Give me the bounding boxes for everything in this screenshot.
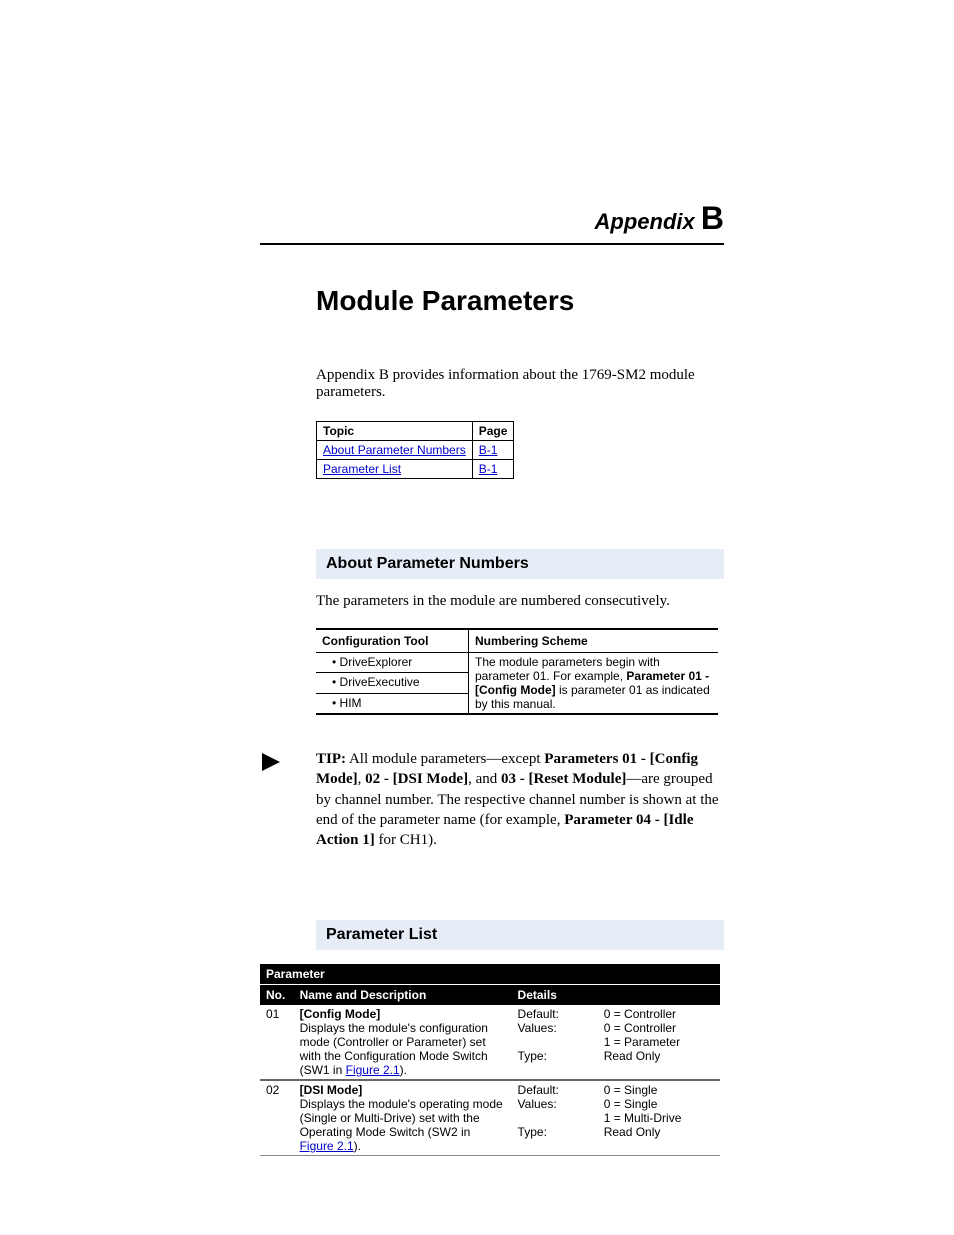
tip-bold: 03 - [Reset Module] — [501, 771, 626, 787]
val-type: Read Only — [604, 1125, 661, 1139]
val-type: Read Only — [604, 1049, 661, 1063]
topic-row: Parameter List B-1 — [317, 460, 514, 479]
param-detail-values: 0 = Controller 0 = Controller 1 = Parame… — [598, 1005, 720, 1080]
tip-label: TIP: — [316, 751, 346, 767]
section-heading-about: About Parameter Numbers — [316, 549, 724, 579]
tip-text: for CH1). — [375, 832, 437, 848]
param-name: [Config Mode] — [300, 1007, 381, 1021]
config-tool-table: Configuration Tool Numbering Scheme Driv… — [316, 628, 718, 715]
tip-arrow-icon — [260, 751, 282, 779]
topic-page-link[interactable]: B-1 — [479, 443, 498, 457]
tip-text: , and — [468, 771, 501, 787]
tool-item: DriveExplorer — [322, 655, 412, 669]
topic-row: About Parameter Numbers B-1 — [317, 441, 514, 460]
topic-link-about[interactable]: About Parameter Numbers — [323, 443, 466, 457]
topic-header-page: Page — [472, 422, 514, 441]
tip-text: All module parameters—except — [349, 751, 544, 767]
param-row: 02 [DSI Mode] Displays the module's oper… — [260, 1080, 720, 1156]
header-rule — [260, 243, 724, 245]
param-super-blank — [512, 964, 720, 985]
topic-page-link[interactable]: B-1 — [479, 462, 498, 476]
label-type: Type: — [518, 1125, 547, 1139]
page-title: Module Parameters — [316, 285, 724, 317]
appendix-header: Appendix B — [260, 200, 724, 237]
section1-text: The parameters in the module are numbere… — [316, 593, 724, 610]
topic-header-topic: Topic — [317, 422, 473, 441]
intro-text: Appendix B provides information about th… — [316, 367, 724, 401]
val-values: 0 = Controller 1 = Parameter — [604, 1021, 680, 1049]
appendix-letter: B — [701, 200, 724, 236]
param-header-details: Details — [512, 985, 720, 1006]
param-detail-labels: Default: Values: Type: — [512, 1005, 598, 1080]
tip-block: TIP: All module parameters—except Parame… — [316, 749, 724, 850]
scheme-cell: The module parameters begin with paramet… — [469, 653, 719, 715]
figure-link[interactable]: Figure 2.1 — [300, 1139, 354, 1153]
val-values: 0 = Single 1 = Multi-Drive — [604, 1097, 682, 1125]
config-header-scheme: Numbering Scheme — [469, 629, 719, 653]
label-values: Values: — [518, 1021, 557, 1035]
param-header-name: Name and Description — [294, 985, 512, 1006]
param-desc-post: ). — [354, 1139, 361, 1153]
config-header-tool: Configuration Tool — [316, 629, 469, 653]
param-desc-cell: [DSI Mode] Displays the module's operati… — [294, 1080, 512, 1156]
param-no: 01 — [260, 1005, 294, 1080]
figure-link[interactable]: Figure 2.1 — [346, 1063, 400, 1077]
param-desc-cell: [Config Mode] Displays the module's conf… — [294, 1005, 512, 1080]
parameter-table: Parameter No. Name and Description Detai… — [260, 964, 720, 1156]
param-desc: Displays the module's operating mode (Si… — [300, 1097, 503, 1139]
label-default: Default: — [518, 1083, 559, 1097]
param-no: 02 — [260, 1080, 294, 1156]
val-default: 0 = Controller — [604, 1007, 676, 1021]
topic-table: Topic Page About Parameter Numbers B-1 P… — [316, 421, 514, 479]
param-detail-values: 0 = Single 0 = Single 1 = Multi-Drive Re… — [598, 1080, 720, 1156]
appendix-label: Appendix — [595, 209, 695, 234]
param-row: 01 [Config Mode] Displays the module's c… — [260, 1005, 720, 1080]
param-super-header: Parameter — [260, 964, 512, 985]
val-default: 0 = Single — [604, 1083, 658, 1097]
tool-item: DriveExecutive — [322, 675, 420, 689]
topic-link-paramlist[interactable]: Parameter List — [323, 462, 401, 476]
param-name: [DSI Mode] — [300, 1083, 363, 1097]
param-desc-post: ). — [400, 1063, 407, 1077]
label-values: Values: — [518, 1097, 557, 1111]
tool-item: HIM — [322, 696, 362, 710]
label-default: Default: — [518, 1007, 559, 1021]
tip-bold: 02 - [DSI Mode] — [365, 771, 468, 787]
section-heading-paramlist: Parameter List — [316, 920, 724, 950]
label-type: Type: — [518, 1049, 547, 1063]
param-detail-labels: Default: Values: Type: — [512, 1080, 598, 1156]
param-header-no: No. — [260, 985, 294, 1006]
